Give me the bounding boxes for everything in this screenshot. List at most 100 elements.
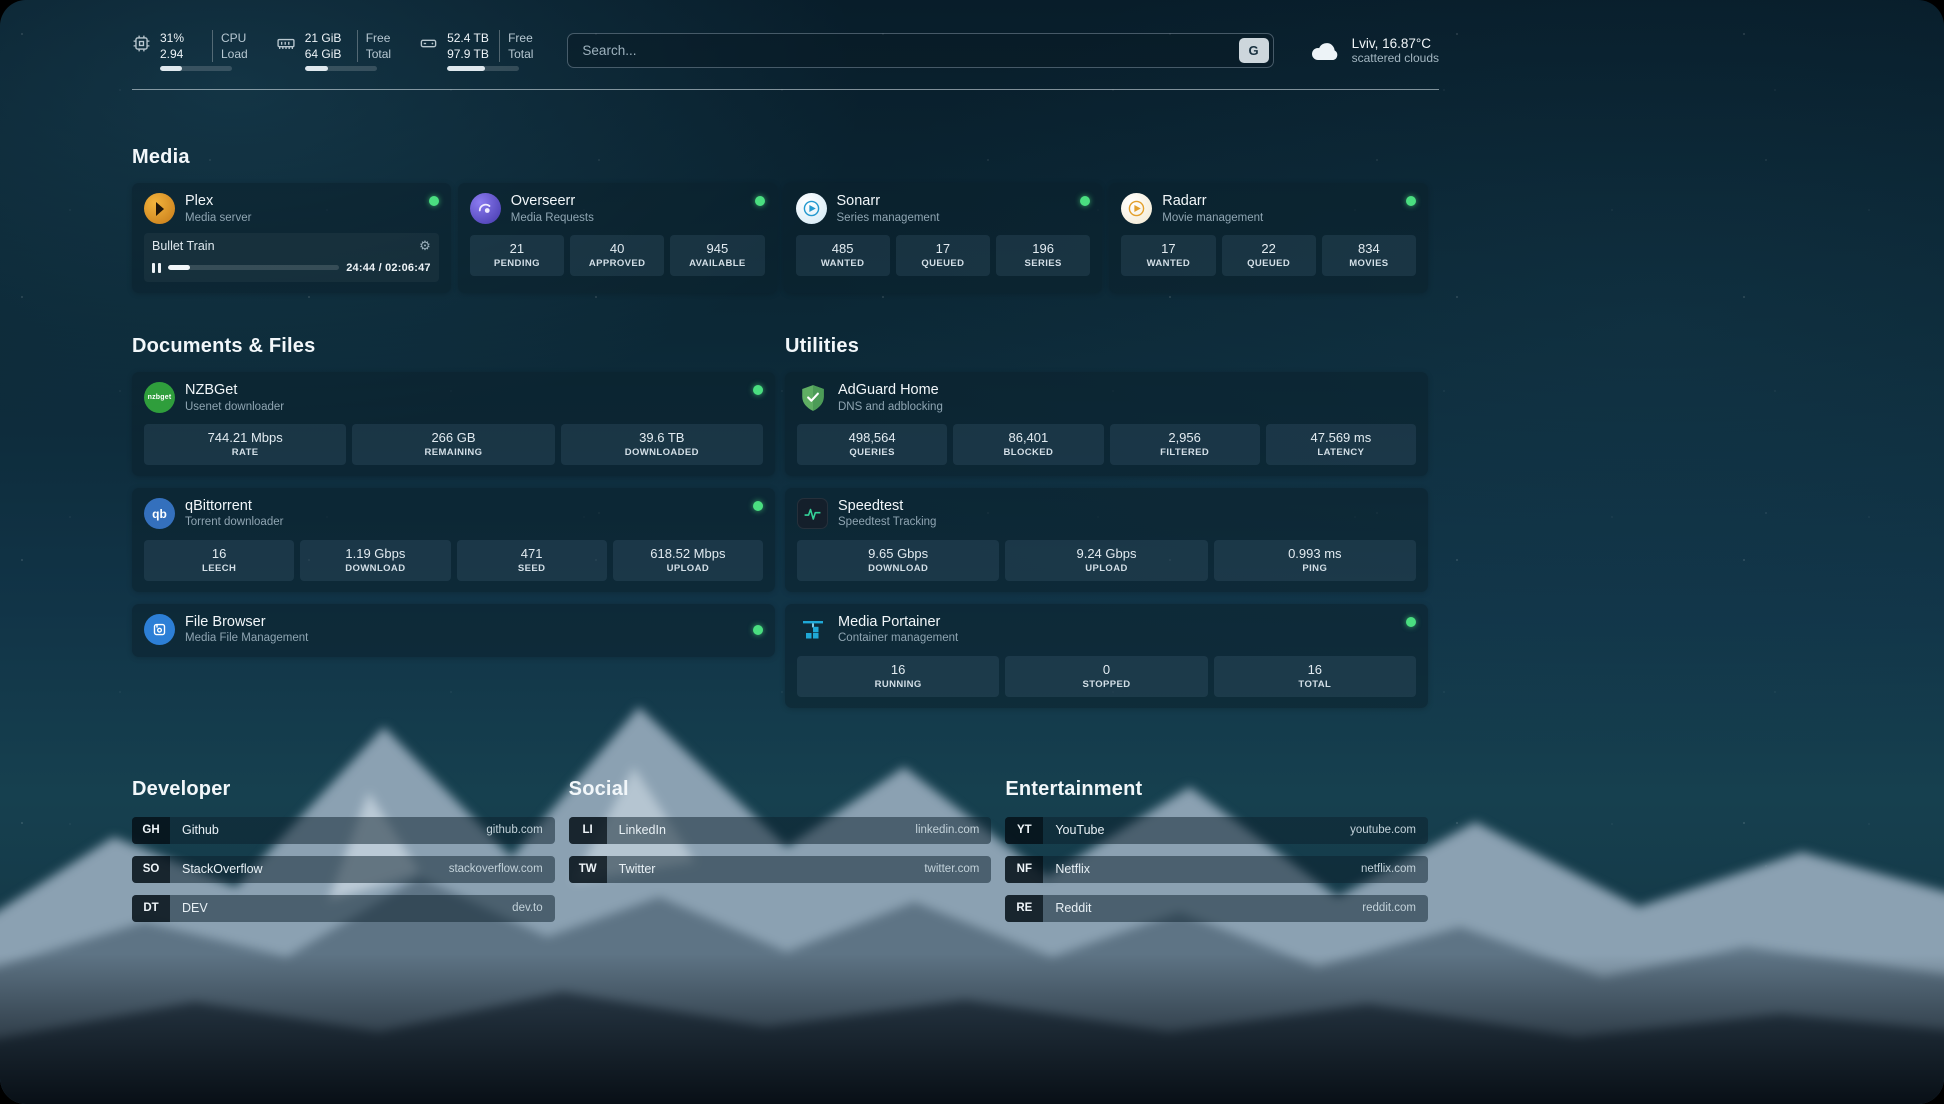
portainer-icon: [797, 614, 828, 645]
section-title-utilities: Utilities: [785, 335, 1428, 358]
bookmark-abbr: NF: [1005, 856, 1043, 883]
stat-value: 16: [1216, 662, 1414, 677]
disk-total-value: 97.9 TB: [447, 46, 491, 62]
service-subtitle: Container management: [838, 632, 958, 645]
service-subtitle: Movie management: [1162, 212, 1263, 225]
cpu-load-label: Load: [212, 46, 248, 62]
qbittorrent-icon: qb: [144, 498, 175, 529]
stat-value: 196: [998, 241, 1088, 256]
filebrowser-icon: [144, 614, 175, 645]
stat-value: 9.65 Gbps: [799, 546, 997, 561]
service-card-adguard[interactable]: AdGuard Home DNS and adblocking 498,564 …: [785, 372, 1428, 476]
bookmark-netflix[interactable]: NF Netflix netflix.com: [1005, 856, 1428, 883]
bookmark-stackoverflow[interactable]: SO StackOverflow stackoverflow.com: [132, 856, 555, 883]
service-card-speedtest[interactable]: Speedtest Speedtest Tracking 9.65 Gbps D…: [785, 488, 1428, 592]
service-card-filebrowser[interactable]: File Browser Media File Management: [132, 604, 775, 657]
memory-free-value: 21 GiB: [305, 30, 349, 46]
bookmark-linkedin[interactable]: LI LinkedIn linkedin.com: [569, 817, 992, 844]
documents-column: Documents & Files nzbget NZBGet Usenet d…: [132, 335, 775, 720]
stat-value: 618.52 Mbps: [615, 546, 761, 561]
bookmark-twitter[interactable]: TW Twitter twitter.com: [569, 856, 992, 883]
stat-label: DOWNLOAD: [799, 563, 997, 574]
stat-value: 47.569 ms: [1268, 430, 1414, 445]
search-input[interactable]: [567, 33, 1273, 68]
bookmark-url: reddit.com: [1362, 902, 1416, 914]
status-dot: [1406, 196, 1416, 206]
service-card-radarr[interactable]: Radarr Movie management 17 WANTED 22 QUE…: [1109, 183, 1428, 293]
stat-value: 266 GB: [354, 430, 552, 445]
bookmark-reddit[interactable]: RE Reddit reddit.com: [1005, 895, 1428, 922]
memory-total-value: 64 GiB: [305, 46, 349, 62]
service-card-nzbget[interactable]: nzbget NZBGet Usenet downloader 744.21 M…: [132, 372, 775, 476]
adguard-shield-icon: [797, 382, 828, 413]
bookmark-abbr: RE: [1005, 895, 1043, 922]
service-card-qbittorrent[interactable]: qb qBittorrent Torrent downloader 16 LEE…: [132, 488, 775, 592]
stat-value: 1.19 Gbps: [302, 546, 448, 561]
service-title: Sonarr: [837, 193, 940, 210]
bookmark-abbr: DT: [132, 895, 170, 922]
now-playing-title: Bullet Train: [152, 239, 215, 253]
bookmark-name: Github: [182, 823, 219, 837]
stat-value: 0.993 ms: [1216, 546, 1414, 561]
widget-settings-gear-icon[interactable]: ⚙: [419, 239, 431, 252]
service-card-plex[interactable]: Plex Media server Bullet Train ⚙ 24:44 /…: [132, 183, 451, 293]
stat-label: MOVIES: [1324, 258, 1414, 269]
stat-value: 2,956: [1112, 430, 1258, 445]
bookmark-abbr: LI: [569, 817, 607, 844]
cpu-icon: [132, 34, 151, 53]
service-subtitle: Speedtest Tracking: [838, 516, 936, 529]
service-card-sonarr[interactable]: Sonarr Series management 485 WANTED 17 Q…: [784, 183, 1103, 293]
bookmark-name: DEV: [182, 901, 208, 915]
topbar: 31% CPU 2.94 Load 21: [132, 30, 1439, 71]
memory-progress-bar: [305, 66, 377, 71]
bookmark-url: netflix.com: [1361, 863, 1416, 875]
entertainment-bookmarks-column: Entertainment YT YouTube youtube.com NF …: [1005, 778, 1428, 934]
service-card-overseerr[interactable]: Overseerr Media Requests 21 PENDING 40 A…: [458, 183, 777, 293]
stat-label: PING: [1216, 563, 1414, 574]
stat-queued: 17 QUEUED: [896, 235, 990, 276]
search-bar: G: [567, 33, 1273, 68]
status-dot: [429, 196, 439, 206]
weather-location: Lviv, 16.87°C: [1352, 36, 1439, 51]
bookmark-url: github.com: [486, 824, 542, 836]
stat-label: QUEUED: [898, 258, 988, 269]
memory-resource-widget: 21 GiB Free 64 GiB Total: [276, 30, 391, 71]
section-title-media: Media: [132, 146, 1460, 169]
stat-movies: 834 MOVIES: [1322, 235, 1416, 276]
stat-label: RATE: [146, 447, 344, 458]
service-subtitle: Torrent downloader: [185, 516, 283, 529]
dashboard-page: 31% CPU 2.94 Load 21: [0, 0, 1944, 1104]
cpu-resource-widget: 31% CPU 2.94 Load: [132, 30, 248, 71]
disk-icon: [419, 34, 438, 53]
service-subtitle: Series management: [837, 212, 940, 225]
bookmark-name: StackOverflow: [182, 862, 263, 876]
stat-label: WANTED: [798, 258, 888, 269]
stat-label: BLOCKED: [955, 447, 1101, 458]
stat-label: REMAINING: [354, 447, 552, 458]
stat-upload: 618.52 Mbps UPLOAD: [613, 540, 763, 581]
service-title: File Browser: [185, 614, 308, 631]
stat-label: FILTERED: [1112, 447, 1258, 458]
stat-leech: 16 LEECH: [144, 540, 294, 581]
section-title-developer: Developer: [132, 778, 555, 801]
disk-total-label: Total: [499, 46, 533, 62]
section-title-social: Social: [569, 778, 992, 801]
bookmark-name: LinkedIn: [619, 823, 666, 837]
bookmark-dev[interactable]: DT DEV dev.to: [132, 895, 555, 922]
stat-download: 1.19 Gbps DOWNLOAD: [300, 540, 450, 581]
stat-value: 945: [672, 241, 762, 256]
search-provider-button[interactable]: G: [1239, 38, 1269, 63]
stat-label: QUERIES: [799, 447, 945, 458]
stat-value: 744.21 Mbps: [146, 430, 344, 445]
bookmark-youtube[interactable]: YT YouTube youtube.com: [1005, 817, 1428, 844]
bookmark-url: linkedin.com: [915, 824, 979, 836]
pause-icon[interactable]: [152, 263, 161, 273]
stat-series: 196 SERIES: [996, 235, 1090, 276]
service-subtitle: Media server: [185, 212, 251, 225]
stat-label: DOWNLOADED: [563, 447, 761, 458]
developer-bookmarks-column: Developer GH Github github.com SO StackO…: [132, 778, 555, 934]
service-title: qBittorrent: [185, 498, 283, 515]
bookmark-github[interactable]: GH Github github.com: [132, 817, 555, 844]
stat-label: PENDING: [472, 258, 562, 269]
service-card-portainer[interactable]: Media Portainer Container management 16 …: [785, 604, 1428, 708]
